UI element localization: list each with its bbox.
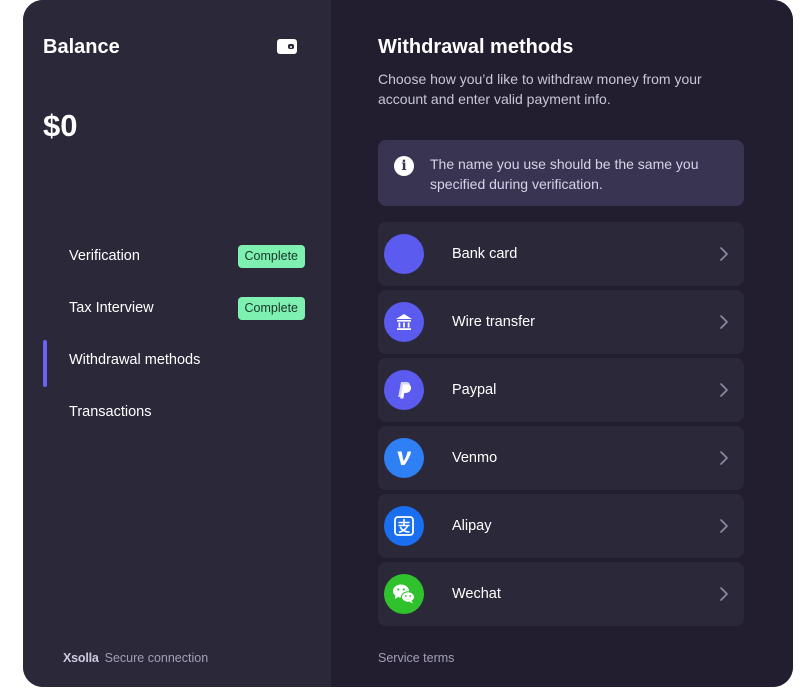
info-icon: i bbox=[394, 156, 414, 176]
sidebar: Balance $0 Verification Complete Tax Int… bbox=[23, 0, 331, 687]
wallet-icon bbox=[277, 39, 297, 54]
chevron-right-icon bbox=[720, 587, 728, 601]
method-venmo[interactable]: Venmo bbox=[378, 426, 744, 490]
method-label: Wechat bbox=[452, 586, 501, 602]
bank-building-icon bbox=[384, 302, 424, 342]
method-label: Alipay bbox=[452, 518, 492, 534]
method-wire-transfer[interactable]: Wire transfer bbox=[378, 290, 744, 354]
method-paypal[interactable]: Paypal bbox=[378, 358, 744, 422]
service-terms-link[interactable]: Service terms bbox=[378, 651, 454, 665]
wechat-icon bbox=[384, 574, 424, 614]
bank-card-icon bbox=[384, 234, 424, 274]
secure-connection-footer: Xsolla Secure connection bbox=[63, 651, 208, 665]
step-withdrawal-methods[interactable]: Withdrawal methods bbox=[23, 334, 331, 387]
main-panel: Withdrawal methods Choose how you’d like… bbox=[331, 0, 793, 687]
chevron-right-icon bbox=[720, 451, 728, 465]
method-bank-card[interactable]: Bank card bbox=[378, 222, 744, 286]
step-tax-interview[interactable]: Tax Interview Complete bbox=[23, 282, 331, 334]
chevron-right-icon bbox=[720, 383, 728, 397]
method-wechat[interactable]: Wechat bbox=[378, 562, 744, 626]
withdrawal-window: Balance $0 Verification Complete Tax Int… bbox=[23, 0, 793, 687]
step-label: Tax Interview bbox=[69, 300, 154, 316]
balance-label: Balance bbox=[43, 36, 120, 58]
chevron-right-icon bbox=[720, 315, 728, 329]
steps-nav: Verification Complete Tax Interview Comp… bbox=[23, 230, 331, 438]
step-transactions[interactable]: Transactions bbox=[23, 386, 331, 438]
step-label: Transactions bbox=[69, 404, 152, 420]
page-subtitle: Choose how you’d like to withdraw money … bbox=[378, 71, 702, 107]
info-text: The name you use should be the same you … bbox=[430, 156, 699, 192]
secure-connection-text: Secure connection bbox=[104, 651, 209, 665]
balance-amount: $0 bbox=[43, 108, 78, 143]
info-notice: i The name you use should be the same yo… bbox=[378, 140, 744, 206]
method-label: Wire transfer bbox=[452, 314, 535, 330]
alipay-icon bbox=[384, 506, 424, 546]
status-badge: Complete bbox=[237, 244, 305, 268]
status-badge: Complete bbox=[237, 296, 305, 320]
chevron-right-icon bbox=[720, 247, 728, 261]
method-label: Bank card bbox=[452, 246, 518, 262]
method-label: Venmo bbox=[452, 450, 498, 466]
active-step-indicator bbox=[43, 340, 47, 387]
method-label: Paypal bbox=[452, 382, 497, 398]
methods-list: Bank card Wire transfer Paypal Venmo Ali… bbox=[378, 222, 744, 630]
page-title: Withdrawal methods bbox=[378, 36, 574, 58]
step-label: Verification bbox=[69, 248, 140, 264]
paypal-icon bbox=[384, 370, 424, 410]
chevron-right-icon bbox=[720, 519, 728, 533]
venmo-icon bbox=[384, 438, 424, 478]
method-alipay[interactable]: Alipay bbox=[378, 494, 744, 558]
step-verification[interactable]: Verification Complete bbox=[23, 230, 331, 282]
step-label: Withdrawal methods bbox=[69, 352, 201, 368]
xsolla-logo: Xsolla bbox=[63, 651, 99, 665]
